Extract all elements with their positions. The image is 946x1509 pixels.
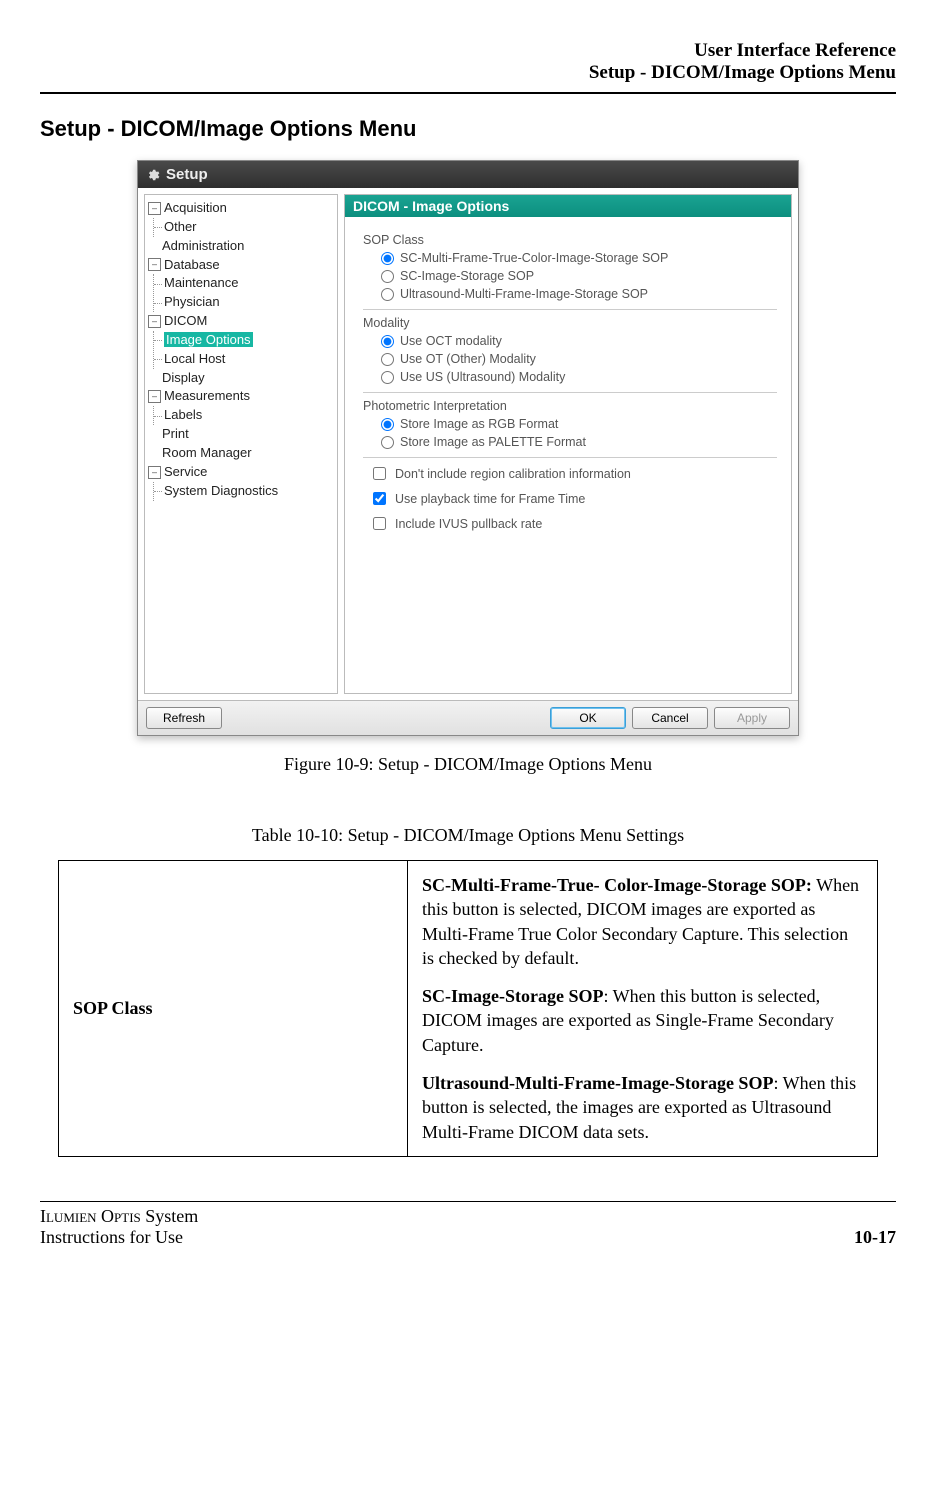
tree-item-other[interactable]: Other bbox=[154, 218, 334, 237]
dialog-body: –Acquisition Other Administration –Datab… bbox=[138, 188, 798, 700]
cancel-button[interactable]: Cancel bbox=[632, 707, 708, 729]
tree-item-dicom[interactable]: –DICOM bbox=[148, 312, 334, 331]
collapse-icon[interactable]: – bbox=[148, 466, 161, 479]
section-title: Setup - DICOM/Image Options Menu bbox=[40, 116, 896, 142]
setup-dialog: Setup –Acquisition Other Administration … bbox=[137, 160, 799, 736]
tree-item-administration[interactable]: Administration bbox=[148, 237, 334, 256]
tree-item-system-diagnostics[interactable]: System Diagnostics bbox=[154, 482, 334, 501]
dialog-button-bar: Refresh OK Cancel Apply bbox=[138, 700, 798, 735]
group-sop-class: SOP Class bbox=[363, 233, 777, 247]
tree-item-image-options[interactable]: Image Options bbox=[154, 331, 334, 350]
tree-item-display[interactable]: Display bbox=[148, 369, 334, 388]
tree-item-measurements[interactable]: –Measurements bbox=[148, 387, 334, 406]
separator bbox=[363, 457, 777, 458]
header-rule bbox=[40, 92, 896, 94]
tree-item-labels[interactable]: Labels bbox=[154, 406, 334, 425]
page-number: 10-17 bbox=[854, 1227, 896, 1248]
ok-button[interactable]: OK bbox=[550, 707, 626, 729]
collapse-icon[interactable]: – bbox=[148, 202, 161, 215]
cell-setting-description: SC-Multi-Frame-True- Color-Image-Storage… bbox=[408, 861, 878, 1157]
separator bbox=[363, 392, 777, 393]
radio-modality-us[interactable]: Use US (Ultrasound) Modality bbox=[381, 370, 777, 384]
radio-sop-multiframe[interactable]: SC-Multi-Frame-True-Color-Image-Storage … bbox=[381, 251, 777, 265]
settings-table: SOP Class SC-Multi-Frame-True- Color-Ima… bbox=[58, 860, 878, 1157]
table-row: SOP Class SC-Multi-Frame-True- Color-Ima… bbox=[59, 861, 878, 1157]
table-caption: Table 10-10: Setup - DICOM/Image Options… bbox=[40, 825, 896, 846]
group-photometric: Photometric Interpretation bbox=[363, 399, 777, 413]
checkbox-playback-time[interactable]: Use playback time for Frame Time bbox=[369, 489, 777, 508]
page-header: User Interface Reference Setup - DICOM/I… bbox=[40, 40, 896, 84]
nav-tree: –Acquisition Other Administration –Datab… bbox=[144, 194, 338, 694]
tree-item-service[interactable]: –Service bbox=[148, 463, 334, 482]
dialog-title: Setup bbox=[166, 166, 208, 183]
refresh-button[interactable]: Refresh bbox=[146, 707, 222, 729]
tree-item-acquisition[interactable]: –Acquisition bbox=[148, 199, 334, 218]
footer-product: Ilumien Optis System Instructions for Us… bbox=[40, 1206, 198, 1248]
checkbox-ivus-pullback[interactable]: Include IVUS pullback rate bbox=[369, 514, 777, 533]
header-line-1: User Interface Reference bbox=[40, 40, 896, 62]
figure-caption: Figure 10-9: Setup - DICOM/Image Options… bbox=[40, 754, 896, 775]
cell-setting-name: SOP Class bbox=[59, 861, 408, 1157]
footer-rule bbox=[40, 1201, 896, 1202]
radio-modality-ot[interactable]: Use OT (Other) Modality bbox=[381, 352, 777, 366]
separator bbox=[363, 309, 777, 310]
group-modality: Modality bbox=[363, 316, 777, 330]
radio-sop-image-storage[interactable]: SC-Image-Storage SOP bbox=[381, 269, 777, 283]
tree-item-maintenance[interactable]: Maintenance bbox=[154, 274, 334, 293]
dialog-titlebar: Setup bbox=[138, 161, 798, 188]
tree-item-print[interactable]: Print bbox=[148, 425, 334, 444]
collapse-icon[interactable]: – bbox=[148, 315, 161, 328]
radio-sop-ultrasound[interactable]: Ultrasound-Multi-Frame-Image-Storage SOP bbox=[381, 287, 777, 301]
collapse-icon[interactable]: – bbox=[148, 390, 161, 403]
checkbox-region-calibration[interactable]: Don't include region calibration informa… bbox=[369, 464, 777, 483]
page-footer: Ilumien Optis System Instructions for Us… bbox=[40, 1201, 896, 1248]
gear-icon bbox=[146, 168, 160, 182]
tree-item-physician[interactable]: Physician bbox=[154, 293, 334, 312]
collapse-icon[interactable]: – bbox=[148, 258, 161, 271]
pane-title: DICOM - Image Options bbox=[345, 195, 791, 217]
apply-button[interactable]: Apply bbox=[714, 707, 790, 729]
tree-item-local-host[interactable]: Local Host bbox=[154, 350, 334, 369]
options-pane: DICOM - Image Options SOP Class SC-Multi… bbox=[344, 194, 792, 694]
radio-photo-rgb[interactable]: Store Image as RGB Format bbox=[381, 417, 777, 431]
header-line-2: Setup - DICOM/Image Options Menu bbox=[40, 62, 896, 84]
tree-item-room-manager[interactable]: Room Manager bbox=[148, 444, 334, 463]
figure-container: Setup –Acquisition Other Administration … bbox=[40, 160, 896, 736]
radio-modality-oct[interactable]: Use OCT modality bbox=[381, 334, 777, 348]
radio-photo-palette[interactable]: Store Image as PALETTE Format bbox=[381, 435, 777, 449]
tree-item-database[interactable]: –Database bbox=[148, 256, 334, 275]
